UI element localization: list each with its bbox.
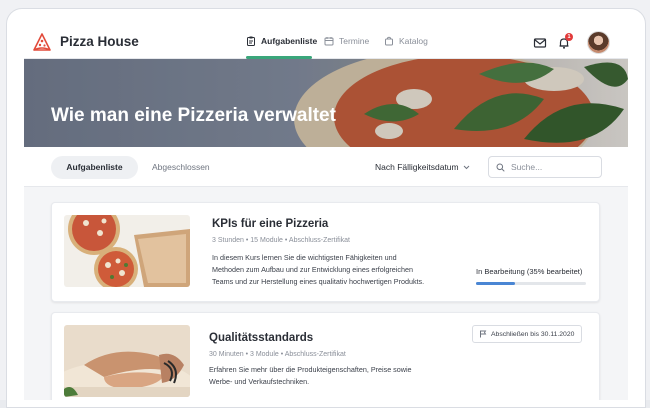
description-line: Methoden zum Aufbau und zur Entwicklung … bbox=[212, 265, 413, 274]
course-card[interactable]: KPIs für eine Pizzeria 3 Stunden • 15 Mo… bbox=[51, 202, 600, 302]
description-line: Teams und zur Herstellung eines qualitat… bbox=[212, 277, 425, 286]
hero-banner: Wie man eine Pizzeria verwaltet bbox=[24, 59, 628, 147]
course-title[interactable]: Qualitätsstandards bbox=[209, 332, 313, 344]
filter-bar: Aufgabenliste Abgeschlossen Nach Fälligk… bbox=[24, 147, 628, 187]
due-date-label: Abschließen bis 30.11.2020 bbox=[491, 330, 575, 338]
user-avatar[interactable] bbox=[587, 31, 610, 54]
course-title[interactable]: KPIs für eine Pizzeria bbox=[212, 218, 328, 230]
tab-aufgabenliste[interactable]: Aufgabenliste bbox=[246, 36, 317, 46]
filter-tab-abgeschlossen[interactable]: Abgeschlossen bbox=[152, 156, 210, 179]
mail-icon[interactable] bbox=[533, 36, 547, 50]
search-icon bbox=[496, 163, 505, 172]
progress-fill bbox=[476, 282, 515, 285]
calendar-icon bbox=[324, 37, 334, 46]
background: Pizza House Aufgabenliste Termine Katalo… bbox=[0, 0, 650, 408]
course-thumbnail bbox=[64, 325, 190, 397]
course-thumbnail bbox=[64, 215, 190, 287]
hero-title: Wie man eine Pizzeria verwaltet bbox=[51, 105, 336, 126]
clipboard-icon bbox=[247, 36, 255, 46]
tab-katalog[interactable]: Katalog bbox=[384, 36, 428, 46]
course-description: In diesem Kurs lernen Sie die wichtigste… bbox=[212, 252, 424, 288]
tab-termine[interactable]: Termine bbox=[324, 36, 369, 46]
search-box[interactable] bbox=[488, 156, 602, 178]
description-line: Erfahren Sie mehr über die Produkteigens… bbox=[209, 365, 412, 374]
tab-label: Termine bbox=[339, 36, 370, 46]
description-line: Werbe- und Verkaufstechniken. bbox=[209, 377, 310, 386]
chevron-down-icon bbox=[463, 165, 469, 170]
top-navigation: Pizza House Aufgabenliste Termine Katalo… bbox=[24, 27, 628, 59]
progress-status: In Bearbeitung (35% bearbeitet) bbox=[476, 267, 583, 276]
description-line: In diesem Kurs lernen Sie die wichtigste… bbox=[212, 253, 397, 262]
flag-icon bbox=[480, 330, 487, 338]
bag-icon bbox=[385, 36, 393, 46]
filter-tab-aufgabenliste[interactable]: Aufgabenliste bbox=[51, 156, 138, 179]
sort-dropdown[interactable]: Nach Fälligkeitsdatum bbox=[375, 156, 470, 179]
sort-label: Nach Fälligkeitsdatum bbox=[375, 162, 459, 172]
pizza-hero-image bbox=[24, 59, 628, 147]
due-date-badge: Abschließen bis 30.11.2020 bbox=[472, 325, 583, 343]
course-meta: 3 Stunden • 15 Module • Abschluss-Zertif… bbox=[212, 237, 350, 244]
course-meta: 30 Minuten • 3 Module • Abschluss-Zertif… bbox=[209, 351, 346, 358]
brand-name[interactable]: Pizza House bbox=[60, 34, 139, 49]
tab-label: Aufgabenliste bbox=[261, 36, 318, 46]
course-card[interactable]: Qualitätsstandards 30 Minuten • 3 Module… bbox=[51, 312, 600, 400]
notification-badge: 1 bbox=[565, 33, 573, 41]
search-input[interactable] bbox=[511, 162, 591, 172]
course-description: Erfahren Sie mehr über die Produkteigens… bbox=[209, 364, 412, 388]
app-screen: Pizza House Aufgabenliste Termine Katalo… bbox=[24, 27, 628, 400]
tab-label: Katalog bbox=[399, 36, 428, 46]
pizza-logo-icon[interactable] bbox=[31, 31, 53, 53]
progress-bar bbox=[476, 282, 586, 285]
